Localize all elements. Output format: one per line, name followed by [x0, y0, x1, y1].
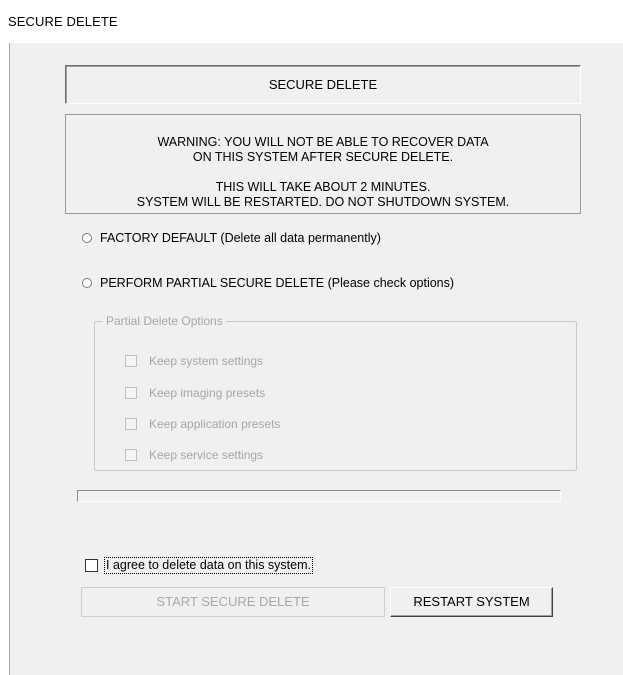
partial-delete-label: PERFORM PARTIAL SECURE DELETE (Please ch… — [100, 276, 455, 290]
restart-system-button[interactable]: RESTART SYSTEM — [390, 587, 553, 617]
agree-checkbox[interactable] — [85, 558, 98, 572]
partial-delete-radio[interactable] — [82, 278, 92, 288]
header-title: SECURE DELETE — [268, 77, 378, 92]
keep-service-settings-option[interactable]: Keep service settings — [125, 447, 263, 463]
keep-application-presets-option[interactable]: Keep application presets — [125, 416, 280, 432]
warning-line-2: ON THIS SYSTEM AFTER SECURE DELETE. — [192, 150, 454, 164]
group-legend: Partial Delete Options — [103, 314, 226, 328]
start-secure-delete-button[interactable]: START SECURE DELETE — [81, 587, 385, 617]
keep-imaging-presets-checkbox[interactable] — [125, 387, 137, 399]
keep-system-settings-checkbox[interactable] — [125, 355, 137, 367]
factory-default-option[interactable]: FACTORY DEFAULT (Delete all data permane… — [82, 229, 381, 247]
partial-delete-option[interactable]: PERFORM PARTIAL SECURE DELETE (Please ch… — [82, 274, 454, 292]
factory-default-radio[interactable] — [82, 233, 92, 243]
title-bar: SECURE DELETE — [0, 0, 623, 43]
keep-system-settings-label: Keep system settings — [149, 354, 264, 368]
warning-line-3: THIS WILL TAKE ABOUT 2 MINUTES. — [215, 180, 431, 194]
warning-box: WARNING: YOU WILL NOT BE ABLE TO RECOVER… — [65, 114, 581, 214]
keep-imaging-presets-label: Keep imaging presets — [149, 386, 266, 400]
keep-service-settings-label: Keep service settings — [149, 448, 264, 462]
progress-bar — [77, 490, 561, 502]
window-title: SECURE DELETE — [8, 14, 118, 29]
partial-delete-options-group: Partial Delete Options Keep system setti… — [94, 314, 577, 471]
keep-system-settings-option[interactable]: Keep system settings — [125, 353, 263, 369]
warning-line-1: WARNING: YOU WILL NOT BE ABLE TO RECOVER… — [157, 135, 489, 149]
agree-option[interactable]: I agree to delete data on this system. — [85, 556, 313, 574]
agree-label: I agree to delete data on this system. — [104, 556, 313, 574]
keep-imaging-presets-option[interactable]: Keep imaging presets — [125, 385, 265, 401]
header-box: SECURE DELETE — [65, 65, 581, 104]
dialog-client-area: SECURE DELETE WARNING: YOU WILL NOT BE A… — [9, 43, 623, 675]
keep-application-presets-checkbox[interactable] — [125, 418, 137, 430]
warning-line-4: SYSTEM WILL BE RESTARTED. DO NOT SHUTDOW… — [136, 195, 510, 209]
factory-default-label: FACTORY DEFAULT (Delete all data permane… — [100, 231, 381, 245]
keep-application-presets-label: Keep application presets — [149, 417, 281, 431]
keep-service-settings-checkbox[interactable] — [125, 449, 137, 461]
